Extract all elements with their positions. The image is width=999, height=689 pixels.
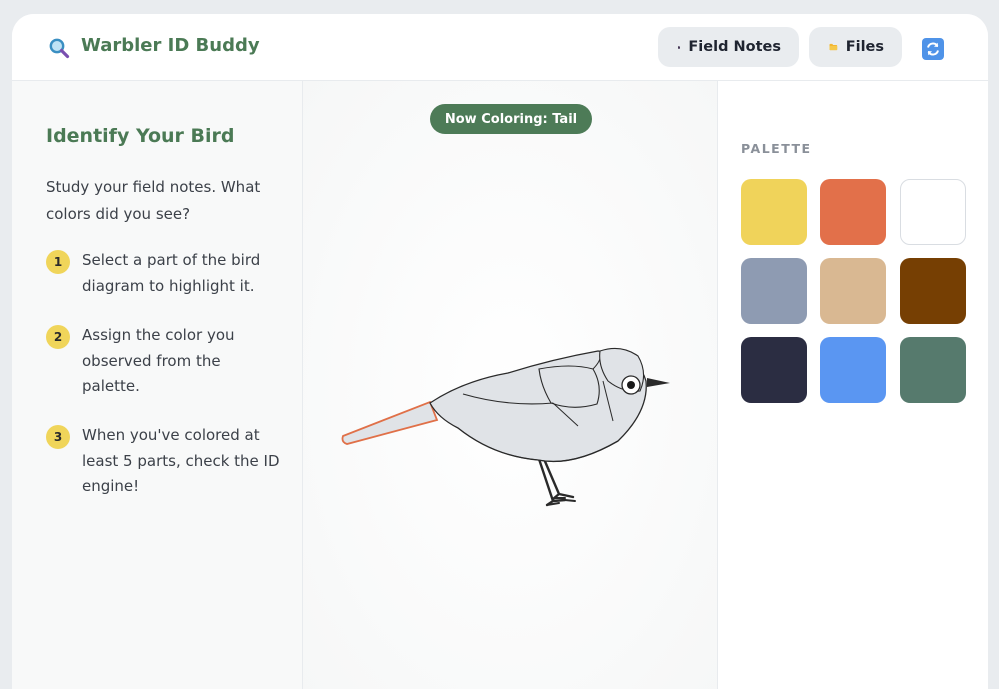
bird-eye-pupil xyxy=(627,381,635,389)
step-number: 1 xyxy=(46,250,70,274)
swatch-slate[interactable] xyxy=(741,258,807,324)
magnifying-glass-icon xyxy=(49,38,70,59)
sidebar-title: Identify Your Bird xyxy=(46,125,235,147)
bird-canvas: Now Coloring: Tail xyxy=(303,81,718,689)
step-text: Select a part of the bird diagram to hig… xyxy=(82,251,261,295)
app-title: Warbler ID Buddy xyxy=(81,35,260,56)
swatch-green[interactable] xyxy=(900,337,966,403)
field-notes-button[interactable]: Field Notes xyxy=(658,27,799,67)
refresh-icon[interactable] xyxy=(922,38,944,60)
step-text: When you've colored at least 5 parts, ch… xyxy=(82,426,280,495)
instructions-sidebar: Identify Your Bird Study your field note… xyxy=(12,81,303,689)
swatch-yellow[interactable] xyxy=(741,179,807,245)
step-number: 2 xyxy=(46,325,70,349)
bird-diagram xyxy=(341,347,670,507)
bird-part-beak[interactable] xyxy=(647,378,670,387)
step-text: Assign the color you observed from the p… xyxy=(82,326,235,395)
step-number: 3 xyxy=(46,425,70,449)
palette-label: PALETTE xyxy=(741,141,812,156)
swatch-white[interactable] xyxy=(900,179,966,245)
swatch-blue[interactable] xyxy=(820,337,886,403)
bird-part-tail[interactable] xyxy=(341,400,439,445)
field-notes-label: Field Notes xyxy=(688,39,781,55)
swatch-orange[interactable] xyxy=(820,179,886,245)
palette-panel: PALETTE xyxy=(718,81,988,689)
header: Warbler ID Buddy Field Notes Files xyxy=(12,14,988,81)
notebook-icon xyxy=(678,45,681,49)
swatch-tan[interactable] xyxy=(820,258,886,324)
files-button[interactable]: Files xyxy=(809,27,902,67)
swatch-navy[interactable] xyxy=(741,337,807,403)
files-label: Files xyxy=(845,39,884,55)
app-window: Warbler ID Buddy Field Notes Files Ident… xyxy=(12,14,988,689)
sidebar-intro: Study your field notes. What colors did … xyxy=(46,178,261,223)
swatch-brown[interactable] xyxy=(900,258,966,324)
folder-icon xyxy=(829,43,838,51)
